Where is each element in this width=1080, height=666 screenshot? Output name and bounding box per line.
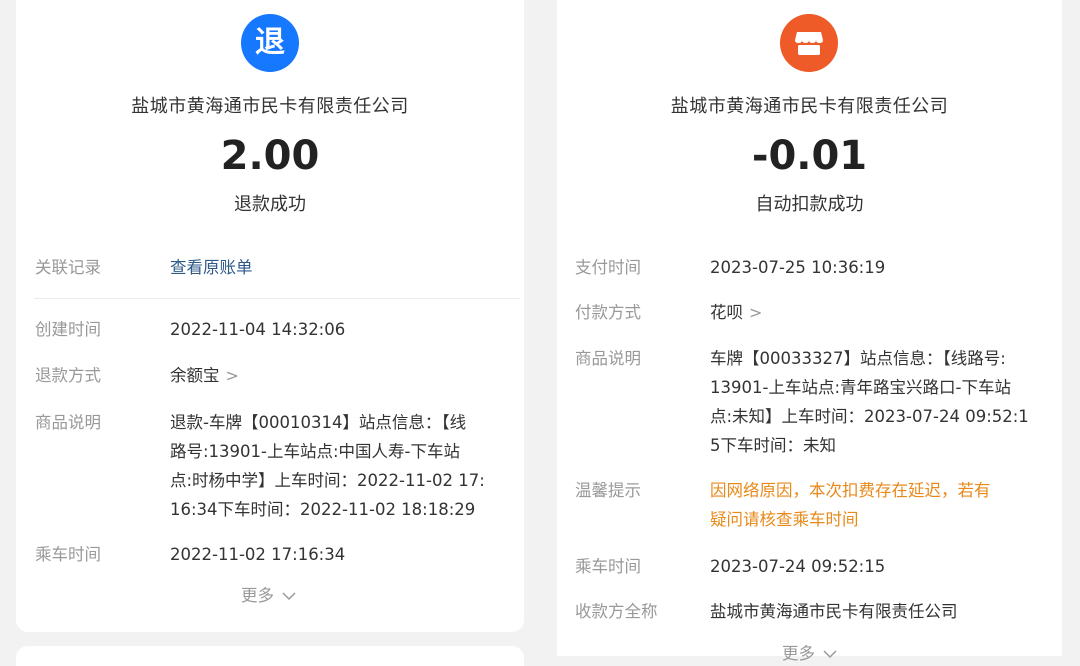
shop-icon [780,14,838,72]
refund-method-value: 余额宝 [170,366,220,385]
description-line: 16:34下车时间：2022-11-02 18:18:29 [170,500,476,519]
row-label: 退款方式 [35,366,101,385]
description-line: 点:时杨中学】上车时间：2022-11-02 17: [170,471,485,490]
row-label: 支付时间 [575,258,641,277]
refund-icon: 退 [241,14,299,72]
row-label: 商品说明 [575,349,641,368]
chevron-right-icon: > [225,366,239,385]
divider [34,298,520,299]
row-value: 2023-07-25 10:36:19 [710,258,886,277]
row-value: 2022-11-04 14:32:06 [170,320,346,339]
description-line: 路号:13901-上车站点:中国人寿-下车站 [170,442,461,461]
description-line: 5下车时间：未知 [710,436,836,455]
row-label: 创建时间 [35,320,101,339]
row-value: 盐城市黄海通市民卡有限责任公司 [710,602,958,621]
row-value: 2022-11-02 17:16:34 [170,545,346,564]
description-line: 点:未知】上车时间：2023-07-24 09:52:1 [710,407,1029,426]
description-line: 13901-上车站点:青年路宝兴路口-下车站 [710,378,1011,397]
merchant-name: 盐城市黄海通市民卡有限责任公司 [670,96,949,117]
amount: 2.00 [220,133,320,179]
row-label: 乘车时间 [575,557,641,576]
merchant-name: 盐城市黄海通市民卡有限责任公司 [131,96,409,117]
more-button[interactable]: 更多 [782,640,837,664]
row-value: 车牌【00033327】站点信息：【线路号: 13901-上车站点:青年路宝兴路… [710,344,1029,460]
chevron-down-icon [823,650,837,659]
status-text: 自动扣款成功 [755,194,864,215]
notice-text: 因网络原因，本次扣费存在延迟，若有 疑问请核查乘车时间 [710,476,991,534]
shop-awning-icon [795,32,823,55]
description-line: 车牌【00033327】站点信息：【线路号: [710,349,1006,368]
notice-line: 疑问请核查乘车时间 [710,510,859,529]
row-value: 退款-车牌【00010314】站点信息：【线 路号:13901-上车站点:中国人… [170,408,485,524]
chevron-right-icon: > [749,303,763,322]
row-label: 商品说明 [35,413,101,432]
row-value: 余额宝 > [170,361,239,390]
refund-icon-glyph: 退 [255,25,285,60]
status-text: 退款成功 [234,194,306,215]
refund-detail-card: 退 盐城市黄海通市民卡有限责任公司 2.00 退款成功 关联记录 查看原账单 创… [16,0,524,632]
view-original-bill-link[interactable]: 查看原账单 [170,253,253,282]
row-label: 温馨提示 [575,481,641,500]
chevron-down-icon [282,592,296,601]
next-card-edge [16,646,524,666]
notice-line: 因网络原因，本次扣费存在延迟，若有 [710,481,991,500]
row-label: 付款方式 [575,303,641,322]
more-label: 更多 [782,644,815,663]
row-label: 关联记录 [35,258,101,277]
more-button[interactable]: 更多 [241,582,296,606]
payment-method-value: 花呗 [710,303,743,322]
description-line: 退款-车牌【00010314】站点信息：【线 [170,413,467,432]
row-label: 乘车时间 [35,545,101,564]
more-label: 更多 [241,586,274,605]
row-label: 收款方全称 [575,602,658,621]
row-value: 2023-07-24 09:52:15 [710,557,886,576]
payment-detail-card: 盐城市黄海通市民卡有限责任公司 -0.01 自动扣款成功 支付时间 2023-0… [557,0,1062,663]
row-value: 花呗 > [710,298,762,327]
amount: -0.01 [751,133,868,179]
